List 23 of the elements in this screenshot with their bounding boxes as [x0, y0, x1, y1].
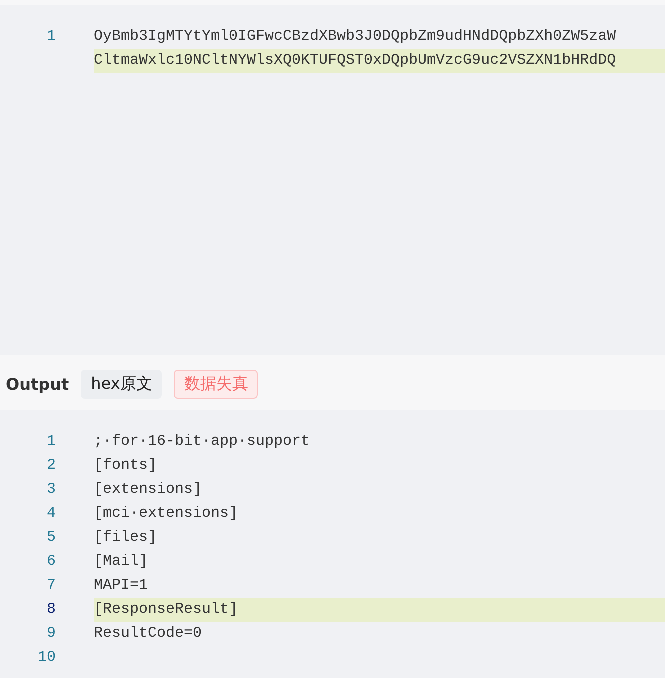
line-number: 5 [46, 528, 56, 548]
line-number: 4 [46, 504, 56, 524]
code-line: OyBmb3IgMTYtYml0IGFwcCBzdXBwb3J0DQpbZm9udHNdDQpbZXh0ZW5zaW [94, 27, 618, 47]
line-number: 2 [46, 456, 56, 476]
line-number: 10 [36, 648, 56, 668]
code-line: [extensions] [94, 480, 204, 500]
tag: 数据失真 [174, 370, 258, 398]
line-number: 1 [46, 27, 56, 47]
code-line: [Mail] [94, 552, 150, 572]
code-line: ;·for·16-bit·app·support [94, 432, 312, 452]
line-number: 6 [46, 552, 56, 572]
line-number: 1 [46, 432, 56, 452]
output-title: Output [6, 374, 70, 394]
line-number: 8 [46, 600, 56, 620]
code-line: MAPI=1 [94, 576, 150, 596]
code-line: ResultCode=0 [94, 624, 204, 644]
code-line: [mci·extensions] [94, 504, 240, 524]
line-number: 9 [46, 624, 56, 644]
code-line: [files] [94, 528, 158, 548]
code-line: [fonts] [94, 456, 158, 476]
tag: hex原文 [81, 370, 162, 398]
line-number: 7 [46, 576, 56, 596]
line-number: 3 [46, 480, 56, 500]
